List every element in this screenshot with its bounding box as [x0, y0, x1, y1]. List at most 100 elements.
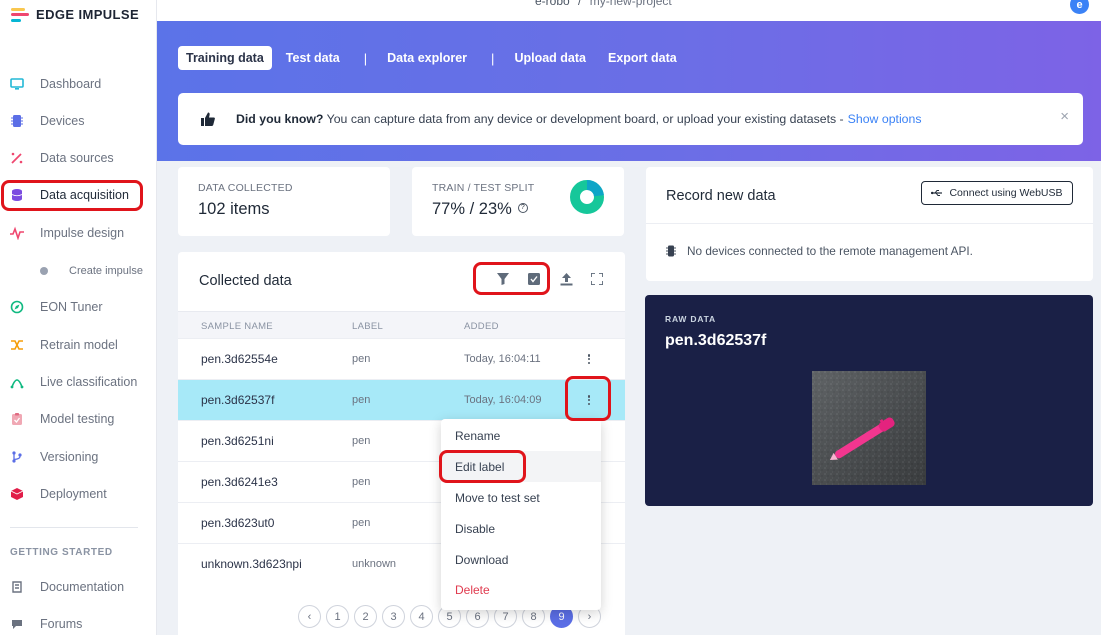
sidebar-item-forums[interactable]: Forums — [0, 606, 157, 635]
breadcrumb-org[interactable]: e-robo — [535, 0, 570, 8]
page-button[interactable]: 3 — [382, 605, 405, 628]
tab-data-explorer[interactable]: Data explorer — [379, 46, 475, 70]
menu-item-delete[interactable]: Delete — [441, 574, 601, 605]
sidebar-item-eon-tuner[interactable]: EON Tuner — [0, 289, 157, 325]
record-message: No devices connected to the remote manag… — [666, 244, 973, 258]
data-collected-label: DATA COLLECTED — [198, 182, 293, 194]
tip-body: You can capture data from any device or … — [323, 112, 844, 126]
book-icon — [10, 580, 24, 594]
select-checkbox-icon[interactable] — [525, 270, 543, 288]
row-menu-icon[interactable] — [583, 352, 595, 366]
sidebar-item-data-acquisition[interactable]: Data acquisition — [0, 177, 157, 213]
user-avatar[interactable]: e — [1070, 0, 1089, 14]
column-header-sample-name[interactable]: SAMPLE NAME — [201, 321, 273, 332]
table-row-selected[interactable]: pen.3d62537f pen Today, 16:04:09 — [178, 379, 625, 420]
row-context-menu: Rename Edit label Move to test set Disab… — [441, 419, 601, 610]
sidebar-subitem-create-impulse[interactable]: Create impulse — [0, 259, 157, 283]
logo-mark-icon — [11, 7, 29, 22]
sidebar-item-retrain-model[interactable]: Retrain model — [0, 327, 157, 363]
page-button[interactable]: 2 — [354, 605, 377, 628]
connect-webusb-button[interactable]: Connect using WebUSB — [921, 181, 1073, 205]
sidebar-divider — [10, 527, 138, 528]
sample-added: Today, 16:04:11 — [464, 353, 541, 365]
record-title: Record new data — [666, 188, 776, 204]
data-collected-value: 102 items — [198, 200, 270, 218]
sidebar-item-versioning[interactable]: Versioning — [0, 439, 157, 475]
sidebar-item-deployment[interactable]: Deployment — [0, 476, 157, 512]
raw-data-label: RAW DATA — [665, 314, 716, 324]
table-header: SAMPLE NAME LABEL ADDED — [178, 311, 625, 339]
menu-item-move-to-test-set[interactable]: Move to test set — [441, 482, 601, 513]
sidebar-item-dashboard[interactable]: Dashboard — [0, 66, 157, 102]
sidebar-item-model-testing[interactable]: Model testing — [0, 401, 157, 437]
split-donut-chart — [570, 180, 604, 214]
wand-icon — [10, 151, 24, 165]
connect-webusb-label: Connect using WebUSB — [949, 187, 1063, 199]
thumbs-up-icon — [200, 111, 216, 127]
show-options-link[interactable]: Show options — [848, 112, 922, 126]
tip-box: Did you know? You can capture data from … — [178, 93, 1083, 145]
raw-data-sample-name: pen.3d62537f — [665, 332, 767, 349]
sample-added: Today, 16:04:09 — [464, 394, 542, 406]
pulse-icon — [10, 226, 24, 240]
split-label: TRAIN / TEST SPLIT — [432, 182, 535, 194]
page-button[interactable]: 1 — [326, 605, 349, 628]
menu-item-disable[interactable]: Disable — [441, 513, 601, 544]
tab-training-data[interactable]: Training data — [178, 46, 272, 70]
shuffle-icon — [10, 338, 24, 352]
breadcrumb-separator: / — [578, 0, 582, 8]
chip-icon — [10, 114, 24, 128]
tab-separator: | — [363, 50, 368, 66]
column-header-added[interactable]: ADDED — [464, 321, 499, 332]
help-icon[interactable]: ? — [517, 202, 528, 213]
filter-icon[interactable] — [494, 270, 512, 288]
header-banner: Training data Test data | Data explorer … — [157, 21, 1101, 161]
sample-label: pen — [352, 476, 371, 488]
sidebar-item-documentation[interactable]: Documentation — [0, 569, 157, 605]
raw-data-panel: RAW DATA pen.3d62537f — [645, 295, 1093, 506]
sample-name: pen.3d62537f — [201, 393, 275, 407]
menu-item-edit-label[interactable]: Edit label — [441, 451, 601, 482]
sidebar-item-data-sources[interactable]: Data sources — [0, 140, 157, 176]
tab-test-data[interactable]: Test data — [278, 46, 348, 70]
brand-logo[interactable]: EDGE IMPULSE — [11, 7, 139, 22]
record-divider — [646, 223, 1093, 224]
sidebar-section-title: GETTING STARTED — [10, 547, 113, 558]
menu-item-download[interactable]: Download — [441, 544, 601, 575]
split-value-text: 77% / 23% — [432, 200, 512, 218]
close-icon[interactable]: × — [1060, 108, 1069, 125]
upload-icon[interactable] — [557, 270, 575, 288]
sidebar-item-live-classification[interactable]: Live classification — [0, 364, 157, 400]
data-tabs: Training data Test data | Data explorer … — [178, 46, 691, 70]
tip-bold: Did you know? — [236, 112, 324, 126]
tab-export-data[interactable]: Export data — [600, 46, 685, 70]
sidebar-item-impulse-design[interactable]: Impulse design — [0, 215, 157, 251]
row-menu-icon[interactable] — [583, 393, 595, 407]
menu-item-rename[interactable]: Rename — [441, 420, 601, 451]
column-header-label[interactable]: LABEL — [352, 321, 383, 332]
sample-label: unknown — [352, 558, 397, 570]
breadcrumb: e-robo / my-new-project — [535, 0, 672, 8]
sample-name: unknown.3d623npi — [201, 557, 302, 571]
sidebar-item-devices[interactable]: Devices — [0, 103, 157, 139]
cube-icon — [10, 487, 24, 501]
tab-separator: | — [491, 50, 495, 66]
sample-label: pen — [352, 353, 371, 365]
monitor-icon — [10, 77, 24, 91]
chat-icon — [10, 617, 24, 631]
train-test-split-card: TRAIN / TEST SPLIT 77% / 23%? — [412, 167, 624, 236]
breadcrumb-project[interactable]: my-new-project — [590, 0, 672, 8]
sample-label: pen — [352, 435, 371, 447]
chip-icon — [666, 245, 676, 257]
prev-page-button[interactable]: ‹ — [298, 605, 321, 628]
sample-image — [812, 371, 926, 485]
table-row[interactable]: pen.3d62554e pen Today, 16:04:11 — [178, 338, 625, 379]
sidebar: EDGE IMPULSE Dashboard Devices Data sour… — [0, 0, 157, 635]
compass-icon — [10, 300, 24, 314]
expand-icon[interactable] — [588, 270, 606, 288]
branch-icon — [10, 450, 24, 464]
sample-name: pen.3d6241e3 — [201, 475, 278, 489]
brand-name: EDGE IMPULSE — [36, 7, 140, 22]
page-button[interactable]: 4 — [410, 605, 433, 628]
tab-upload-data[interactable]: Upload data — [506, 46, 594, 70]
